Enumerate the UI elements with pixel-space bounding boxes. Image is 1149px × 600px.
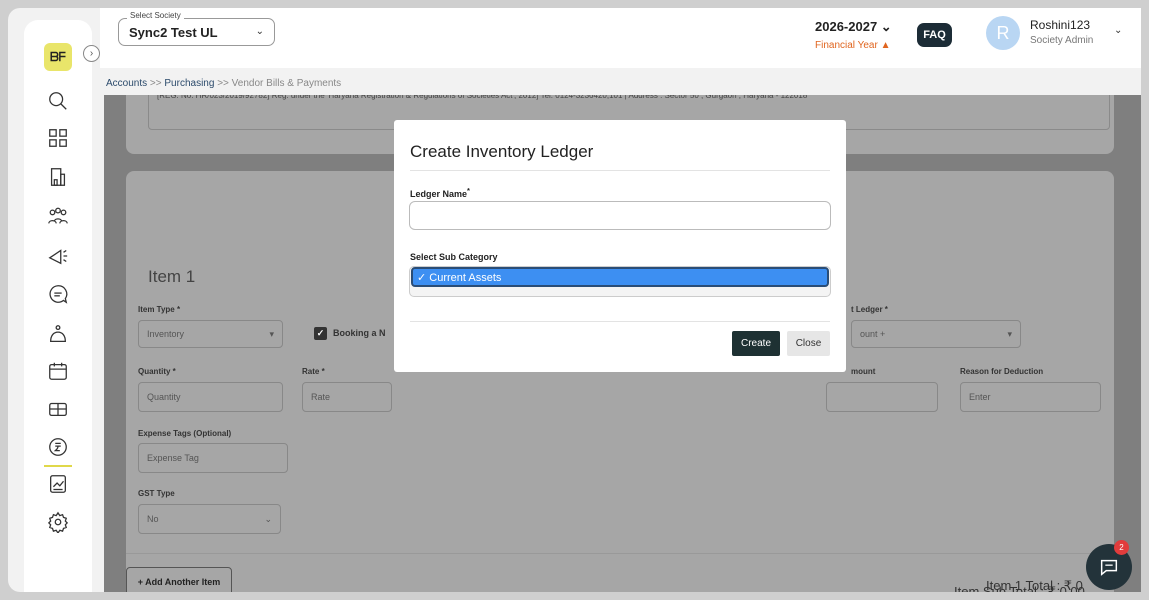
item-title: Item 1	[148, 267, 196, 286]
sub-category-label: Select Sub Category	[410, 252, 498, 262]
society-select-label: Select Society	[127, 11, 184, 20]
financial-year-value: 2026-2027	[815, 19, 878, 34]
divider	[410, 321, 830, 322]
financial-year-label: Financial Year ▲	[815, 40, 891, 51]
chat-icon[interactable]	[44, 280, 72, 308]
item-type-label: Item Type *	[138, 305, 181, 314]
item-type-select[interactable]: Inventory ▾	[138, 320, 283, 348]
rate-label: Rate *	[302, 367, 325, 376]
breadcrumb-current: Vendor Bills & Payments	[231, 78, 342, 89]
building-icon[interactable]	[44, 163, 72, 191]
divider	[410, 170, 830, 171]
deduction-input[interactable]: Enter	[960, 382, 1101, 412]
reports-icon[interactable]	[44, 470, 72, 498]
dashboard-icon[interactable]	[44, 124, 72, 152]
modal-title: Create Inventory Ledger	[410, 142, 594, 161]
breadcrumb-accounts[interactable]: Accounts	[106, 78, 147, 89]
calendar-icon[interactable]	[44, 357, 72, 385]
financial-year-select[interactable]: 2026-2027 ⌄	[815, 19, 892, 35]
society-select-value: Sync2 Test UL	[129, 25, 218, 40]
chat-bubble-icon	[1100, 559, 1118, 576]
expense-tags-input[interactable]: Expense Tag	[138, 443, 288, 473]
quantity-input[interactable]: Quantity	[138, 382, 283, 412]
accounts-icon[interactable]	[44, 433, 72, 467]
create-button[interactable]: Create	[732, 331, 780, 356]
add-another-item-button[interactable]: + Add Another Item	[126, 567, 232, 592]
avatar[interactable]: R	[986, 16, 1020, 50]
members-icon[interactable]	[44, 203, 72, 231]
gst-type-select[interactable]: No ⌄	[138, 504, 281, 534]
facility-icon[interactable]	[44, 395, 72, 423]
create-ledger-modal: Create Inventory Ledger Ledger Name* Sel…	[394, 120, 846, 372]
user-name: Roshini123	[1030, 18, 1091, 32]
app-logo[interactable]: ᗷᖴ	[44, 43, 72, 71]
amount-label: mount	[851, 367, 876, 376]
user-role: Society Admin	[1030, 35, 1094, 46]
notification-badge: 2	[1114, 540, 1129, 555]
ledger-select[interactable]: ount + ▾	[851, 320, 1021, 348]
expense-tags-label: Expense Tags (Optional)	[138, 429, 232, 438]
gst-type-label: GST Type	[138, 489, 175, 498]
megaphone-icon[interactable]	[44, 242, 72, 270]
sub-total: Item Sub Total : ₹ 0.00	[954, 584, 1085, 592]
divider	[126, 553, 1114, 554]
user-menu-chevron-icon[interactable]: ⌄	[1114, 25, 1122, 36]
faq-button[interactable]: FAQ	[917, 23, 952, 47]
dropdown-option-current-assets[interactable]: ✓ Current Assets	[411, 267, 829, 287]
settings-icon[interactable]	[44, 508, 72, 536]
maintenance-icon[interactable]	[44, 320, 72, 348]
booking-checkbox-label[interactable]: ✓ Booking a N	[314, 327, 386, 340]
search-icon[interactable]	[44, 87, 72, 115]
breadcrumb-purchasing[interactable]: Purchasing	[164, 78, 214, 89]
ledger-name-label: Ledger Name*	[410, 186, 470, 199]
society-select[interactable]: Select Society Sync2 Test UL ⌄	[118, 11, 275, 46]
breadcrumb: Accounts >> Purchasing >> Vendor Bills &…	[106, 78, 342, 89]
ledger-name-input[interactable]	[409, 201, 831, 230]
ledger-label: t Ledger *	[851, 305, 888, 314]
sidebar-toggle-button[interactable]: ›	[83, 45, 100, 62]
chevron-down-icon: ⌄	[255, 26, 264, 37]
deduction-label: Reason for Deduction	[960, 367, 1044, 376]
warning-icon: ▲	[880, 40, 891, 51]
rate-input[interactable]: Rate	[302, 382, 392, 412]
close-button[interactable]: Close	[787, 331, 830, 356]
amount-input[interactable]	[826, 382, 938, 412]
quantity-label: Quantity *	[138, 367, 176, 376]
logo-text: ᗷᖴ	[50, 49, 66, 64]
